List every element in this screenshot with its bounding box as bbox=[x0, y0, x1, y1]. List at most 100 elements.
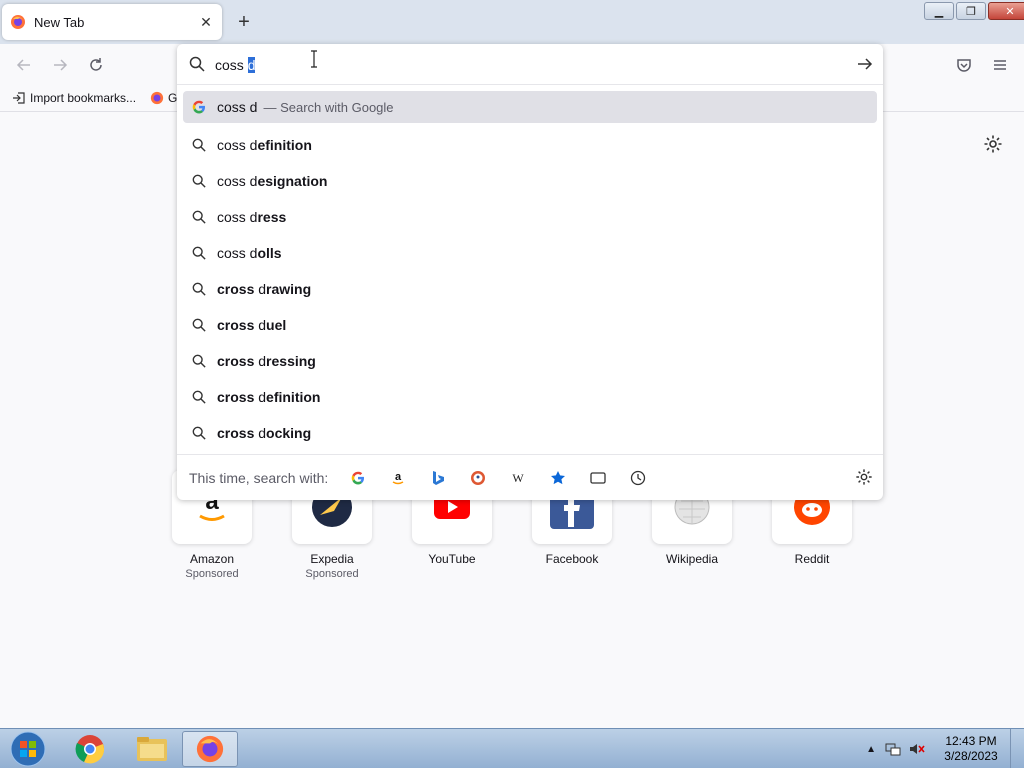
suggestion-prefix: coss d bbox=[217, 209, 258, 225]
firefox-icon bbox=[11, 15, 25, 29]
pocket-icon bbox=[957, 59, 971, 72]
suggestion-bold: ress bbox=[257, 209, 287, 225]
back-arrow-icon bbox=[16, 59, 30, 71]
suggestion-bold: rawing bbox=[266, 281, 312, 297]
suggestion-row[interactable]: coss d esignation bbox=[183, 163, 877, 199]
suggestion-prefix: coss d bbox=[217, 173, 258, 189]
volume-muted-icon[interactable] bbox=[908, 741, 926, 757]
import-bookmarks-label: Import bookmarks... bbox=[30, 91, 137, 105]
network-icon[interactable] bbox=[884, 741, 902, 757]
tile-label: Wikipedia bbox=[665, 552, 719, 566]
search-icon bbox=[191, 173, 207, 189]
import-icon bbox=[13, 92, 25, 104]
tile-label: Expedia bbox=[310, 552, 354, 566]
address-bar-text[interactable]: coss d bbox=[215, 57, 256, 73]
gear-icon bbox=[984, 135, 1002, 153]
restore-button[interactable]: ❐ bbox=[956, 2, 986, 20]
tab-close-icon[interactable]: ✕ bbox=[198, 14, 214, 30]
taskbar-file-explorer[interactable] bbox=[124, 731, 180, 767]
suggestion-row[interactable]: cross d efinition bbox=[183, 379, 877, 415]
search-icon bbox=[191, 245, 207, 261]
google-icon[interactable] bbox=[348, 468, 368, 488]
suggestion-hint: — Search with Google bbox=[263, 99, 394, 115]
show-desktop-button[interactable] bbox=[1010, 729, 1024, 768]
search-settings-gear-icon[interactable] bbox=[855, 468, 873, 486]
import-bookmarks-button[interactable]: Import bookmarks... bbox=[12, 91, 136, 105]
show-hidden-icons-icon[interactable]: ▲ bbox=[866, 744, 876, 755]
suggestion-bold-prefix: cross bbox=[217, 353, 255, 369]
forward-button[interactable] bbox=[48, 53, 72, 77]
hamburger-menu-icon bbox=[994, 60, 1006, 70]
clock-time: 12:43 PM bbox=[945, 734, 997, 748]
google-icon bbox=[191, 99, 207, 115]
close-window-button[interactable]: ✕ bbox=[988, 2, 1024, 20]
suggestion-bold: uel bbox=[266, 317, 287, 333]
suggestion-row[interactable]: cross d uel bbox=[183, 307, 877, 343]
suggestion-bold: ressing bbox=[266, 353, 316, 369]
tile-label: Facebook bbox=[545, 552, 599, 566]
suggestion-bold: esignation bbox=[257, 173, 328, 189]
text-cursor-icon bbox=[311, 50, 317, 68]
suggestion-bold-prefix: cross bbox=[217, 425, 255, 441]
duckduckgo-icon[interactable] bbox=[468, 468, 488, 488]
suggestion-row[interactable]: coss d ress bbox=[183, 199, 877, 235]
windows-start-icon bbox=[10, 731, 46, 767]
suggestion-row[interactable]: coss d olls bbox=[183, 235, 877, 271]
typed-text: coss bbox=[215, 57, 248, 73]
wikipedia-icon[interactable]: W bbox=[508, 468, 528, 488]
firefox-icon bbox=[150, 91, 164, 105]
bing-icon[interactable] bbox=[428, 468, 448, 488]
suggestion-prefix: d bbox=[254, 353, 267, 369]
new-tab-button[interactable]: + bbox=[232, 10, 256, 34]
back-button[interactable] bbox=[12, 53, 36, 77]
start-button[interactable] bbox=[0, 731, 56, 767]
suggestion-row[interactable]: coss d efinition bbox=[183, 127, 877, 163]
one-off-search-bar: This time, search with: a W bbox=[177, 454, 883, 500]
amazon-icon[interactable]: a bbox=[388, 468, 408, 488]
tab-strip: New Tab ✕ + ▁ ❐ ✕ bbox=[0, 0, 1024, 44]
folder-icon bbox=[137, 737, 167, 761]
suggestion-prefix: coss d bbox=[217, 137, 258, 153]
bookmark-item[interactable]: G bbox=[150, 91, 177, 105]
address-bar[interactable]: coss d bbox=[177, 44, 883, 85]
tile-sponsored: Sponsored bbox=[185, 568, 239, 580]
search-icon bbox=[191, 137, 207, 153]
suggestion-text: coss d bbox=[217, 99, 258, 115]
search-icon bbox=[191, 317, 207, 333]
forward-arrow-icon bbox=[54, 59, 68, 71]
minimize-button[interactable]: ▁ bbox=[924, 2, 954, 20]
suggestion-row[interactable]: cross d ressing bbox=[183, 343, 877, 379]
menu-button[interactable] bbox=[988, 53, 1012, 77]
search-with-label: This time, search with: bbox=[189, 469, 329, 486]
pocket-button[interactable] bbox=[952, 53, 976, 77]
tile-label: Amazon bbox=[189, 552, 235, 566]
suggestion-row-search-google[interactable]: coss d — Search with Google bbox=[183, 91, 877, 123]
tabs-icon[interactable] bbox=[588, 468, 608, 488]
search-icon bbox=[191, 353, 207, 369]
taskbar: ▲ 12:43 PM 3/28/2023 bbox=[0, 728, 1024, 768]
suggestion-bold-prefix: cross bbox=[217, 389, 255, 405]
suggestion-bold-prefix: cross bbox=[217, 281, 255, 297]
search-icon bbox=[191, 209, 207, 225]
suggestion-prefix: d bbox=[254, 389, 267, 405]
suggestion-row[interactable]: cross d ocking bbox=[183, 415, 877, 451]
taskbar-chrome[interactable] bbox=[62, 731, 118, 767]
suggestion-bold: efinition bbox=[266, 389, 321, 405]
reload-button[interactable] bbox=[84, 53, 108, 77]
tile-label: YouTube bbox=[428, 552, 476, 566]
history-icon[interactable] bbox=[628, 468, 648, 488]
suggestion-bold: ocking bbox=[266, 425, 312, 441]
suggestion-bold: olls bbox=[257, 245, 282, 261]
tab-new-tab[interactable]: New Tab ✕ bbox=[2, 4, 222, 40]
taskbar-firefox[interactable] bbox=[182, 731, 238, 767]
go-arrow-icon[interactable] bbox=[857, 56, 873, 72]
clock[interactable]: 12:43 PM 3/28/2023 bbox=[936, 734, 1006, 764]
bookmarks-star-icon[interactable] bbox=[548, 468, 568, 488]
suggestion-bold: efinition bbox=[257, 137, 312, 153]
search-icon bbox=[191, 389, 207, 405]
newtab-settings-button[interactable] bbox=[983, 134, 1003, 159]
suggestion-bold-prefix: cross bbox=[217, 317, 255, 333]
selected-text: d bbox=[247, 57, 256, 73]
svg-text:a: a bbox=[395, 471, 402, 483]
suggestion-row[interactable]: cross d rawing bbox=[183, 271, 877, 307]
